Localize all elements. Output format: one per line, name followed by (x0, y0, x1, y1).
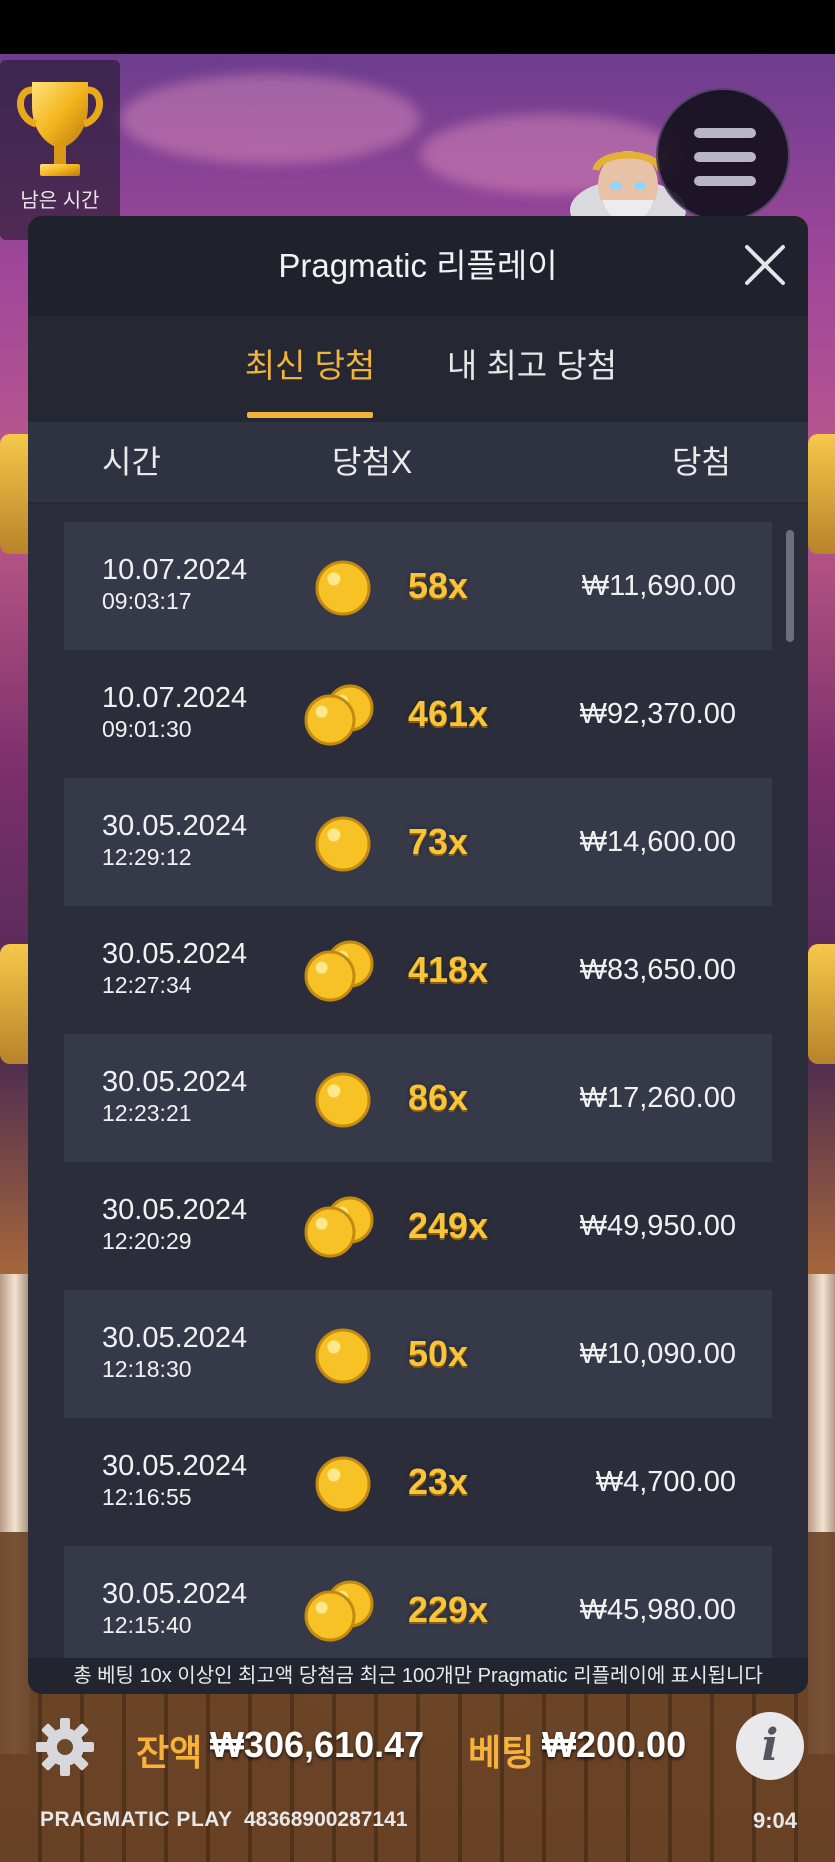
win-amount: ₩83,650.00 (579, 954, 736, 986)
win-date: 30.05.2024 (102, 810, 248, 842)
dialog-title: Pragmatic 리플레이 (278, 247, 558, 284)
menu-button[interactable] (656, 88, 790, 222)
win-date: 30.05.2024 (102, 1194, 248, 1226)
balance-value: ₩306,610.47 (210, 1724, 425, 1765)
active-tab-indicator (247, 412, 373, 418)
tab-bar: 최신 당첨 내 최고 당첨 (28, 316, 808, 422)
win-multiplier: 86x (408, 1077, 469, 1118)
timer-label: 남은 시간 (20, 190, 100, 212)
win-row[interactable]: 30.05.2024 12:15:40 229x ₩45,980.00 (64, 1546, 772, 1658)
win-date: 30.05.2024 (102, 1450, 248, 1482)
win-multiplier: 73x (408, 821, 469, 862)
win-amount: ₩14,600.00 (579, 826, 736, 858)
gold-coin-icon (315, 1456, 371, 1512)
close-icon[interactable] (742, 242, 788, 288)
win-amount: ₩10,090.00 (579, 1338, 736, 1370)
column-header: 시간 당첨X 당첨 (28, 422, 808, 504)
gear-icon[interactable] (34, 1716, 96, 1778)
session-id: 48368900287141 (244, 1808, 408, 1831)
gold-coin-icon (304, 1580, 374, 1642)
gold-coin-icon (304, 1196, 374, 1258)
win-multiplier: 461x (408, 693, 489, 734)
tournament-widget[interactable]: 남은 시간 9시 0분 (0, 60, 120, 240)
win-time: 12:27:34 (102, 972, 192, 998)
win-multiplier: 23x (408, 1461, 469, 1502)
win-row[interactable]: 30.05.2024 12:16:55 23x ₩4,700.00 (64, 1418, 772, 1546)
win-time: 12:15:40 (102, 1612, 192, 1638)
win-row[interactable]: 10.07.2024 09:01:30 461x ₩92,370.00 (64, 650, 772, 778)
tab-my-best-wins[interactable]: 내 최고 당첨 (422, 316, 642, 422)
win-time: 12:16:55 (102, 1484, 192, 1510)
dialog-header: Pragmatic 리플레이 (28, 216, 808, 316)
column-time: 시간 (102, 444, 161, 480)
win-amount: ₩11,690.00 (581, 570, 736, 602)
gold-coin-icon (315, 816, 371, 872)
win-multiplier: 249x (408, 1205, 489, 1246)
win-date: 30.05.2024 (102, 1066, 248, 1098)
column-multiplier: 당첨X (332, 444, 413, 480)
gold-coin-icon (304, 684, 374, 746)
win-time: 12:23:21 (102, 1100, 192, 1126)
bet-value[interactable]: ₩200.00 (542, 1724, 686, 1766)
tab-latest-wins[interactable]: 최신 당첨 (233, 316, 387, 422)
gold-coin-icon (315, 1328, 371, 1384)
win-multiplier: 229x (408, 1589, 489, 1630)
win-date: 30.05.2024 (102, 938, 248, 970)
trophy-icon (17, 82, 103, 176)
win-row[interactable]: 10.07.2024 09:03:17 58x ₩11,690.00 (64, 522, 772, 650)
win-amount: ₩45,980.00 (579, 1594, 736, 1626)
wins-list[interactable]: 10.07.2024 09:03:17 58x ₩11,690.00 10.07.202… (28, 522, 808, 1658)
win-amount: ₩49,950.00 (579, 1210, 736, 1242)
win-row[interactable]: 30.05.2024 12:20:29 249x ₩49,950.00 (64, 1162, 772, 1290)
win-amount: ₩4,700.00 (595, 1466, 736, 1498)
win-date: 30.05.2024 (102, 1578, 248, 1610)
win-row[interactable]: 30.05.2024 12:27:34 418x ₩83,650.00 (64, 906, 772, 1034)
win-amount: ₩17,260.00 (579, 1082, 736, 1114)
balance-label: 잔액 (136, 1732, 203, 1773)
win-multiplier: 58x (408, 565, 469, 606)
win-date: 10.07.2024 (102, 682, 248, 714)
win-date: 30.05.2024 (102, 1322, 248, 1354)
column-win: 당첨 (672, 444, 731, 480)
replay-dialog: Pragmatic 리플레이 최신 당첨 내 최고 당첨 시간 당첨X 당첨 1… (28, 216, 808, 1694)
win-time: 09:03:17 (102, 588, 192, 614)
win-multiplier: 418x (408, 949, 489, 990)
win-time: 12:18:30 (102, 1356, 192, 1382)
gold-coin-icon (315, 560, 371, 616)
win-multiplier: 50x (408, 1333, 469, 1374)
win-row[interactable]: 30.05.2024 12:18:30 50x ₩10,090.00 (64, 1290, 772, 1418)
win-time: 12:20:29 (102, 1228, 192, 1254)
info-icon[interactable]: i (736, 1712, 804, 1780)
win-row[interactable]: 30.05.2024 12:29:12 73x ₩14,600.00 (64, 778, 772, 906)
win-date: 10.07.2024 (102, 554, 248, 586)
replay-footer-note: 총 베팅 10x 이상인 최고액 당첨금 최근 100개만 Pragmatic … (28, 1658, 808, 1694)
win-time: 12:29:12 (102, 844, 192, 870)
bet-label: 베팅 (468, 1732, 535, 1773)
gold-coin-icon (315, 1072, 371, 1128)
gold-coin-icon (304, 940, 374, 1002)
brand-label: PRAGMATIC PLAY (40, 1808, 233, 1831)
win-amount: ₩92,370.00 (579, 698, 736, 730)
win-row[interactable]: 30.05.2024 12:23:21 86x ₩17,260.00 (64, 1034, 772, 1162)
clock: 9:04 (752, 1808, 797, 1833)
win-time: 09:01:30 (102, 716, 192, 742)
list-scrollbar[interactable] (786, 530, 794, 642)
